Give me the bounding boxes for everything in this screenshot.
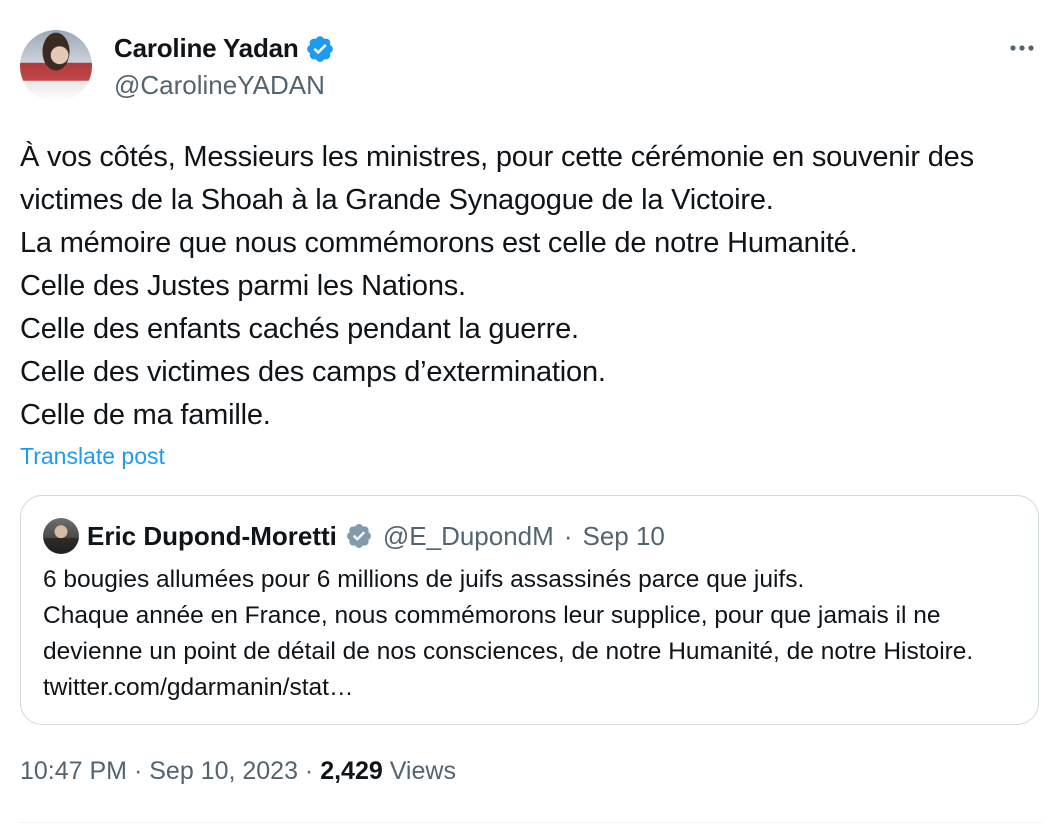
- quoted-post-date: Sep 10: [582, 520, 665, 551]
- post-text: À vos côtés, Messieurs les ministres, po…: [20, 141, 974, 431]
- post-time[interactable]: 10:47 PM: [20, 757, 127, 786]
- views-count: 2,429: [320, 757, 383, 785]
- quoted-post-text: 6 bougies allumées pour 6 millions de ju…: [43, 566, 974, 701]
- meta-separator: ·: [127, 757, 150, 785]
- author-name-row: Caroline Yadan: [114, 33, 335, 64]
- quoted-author-avatar: [43, 518, 79, 554]
- author-name[interactable]: Caroline Yadan: [114, 33, 299, 64]
- more-icon: [1010, 45, 1034, 51]
- post-meta: 10:47 PM · Sep 10, 2023 · 2,429 Views: [20, 757, 456, 786]
- verified-badge-icon: [346, 524, 371, 548]
- avatar[interactable]: [20, 30, 92, 102]
- quoted-author-handle: @E_DupondM: [382, 520, 554, 551]
- divider: [20, 822, 1042, 823]
- quoted-meta-separator: ·: [563, 520, 573, 551]
- quoted-post-header: Eric Dupond-Moretti @E_DupondM · Sep 10: [43, 518, 665, 554]
- views-label: Views: [382, 757, 456, 785]
- quoted-post[interactable]: Eric Dupond-Moretti @E_DupondM · Sep 10 …: [20, 495, 1039, 725]
- post-date[interactable]: Sep 10, 2023: [149, 757, 298, 786]
- quoted-author-name: Eric Dupond-Moretti: [87, 520, 337, 551]
- more-options-button[interactable]: [1006, 32, 1038, 64]
- meta-separator: ·: [297, 757, 321, 785]
- post-header: Caroline Yadan @CarolineYADAN: [20, 30, 1042, 106]
- author-handle[interactable]: @CarolineYADAN: [114, 70, 325, 101]
- verified-badge-icon: [306, 35, 333, 62]
- translate-post-link[interactable]: Translate post: [20, 443, 165, 470]
